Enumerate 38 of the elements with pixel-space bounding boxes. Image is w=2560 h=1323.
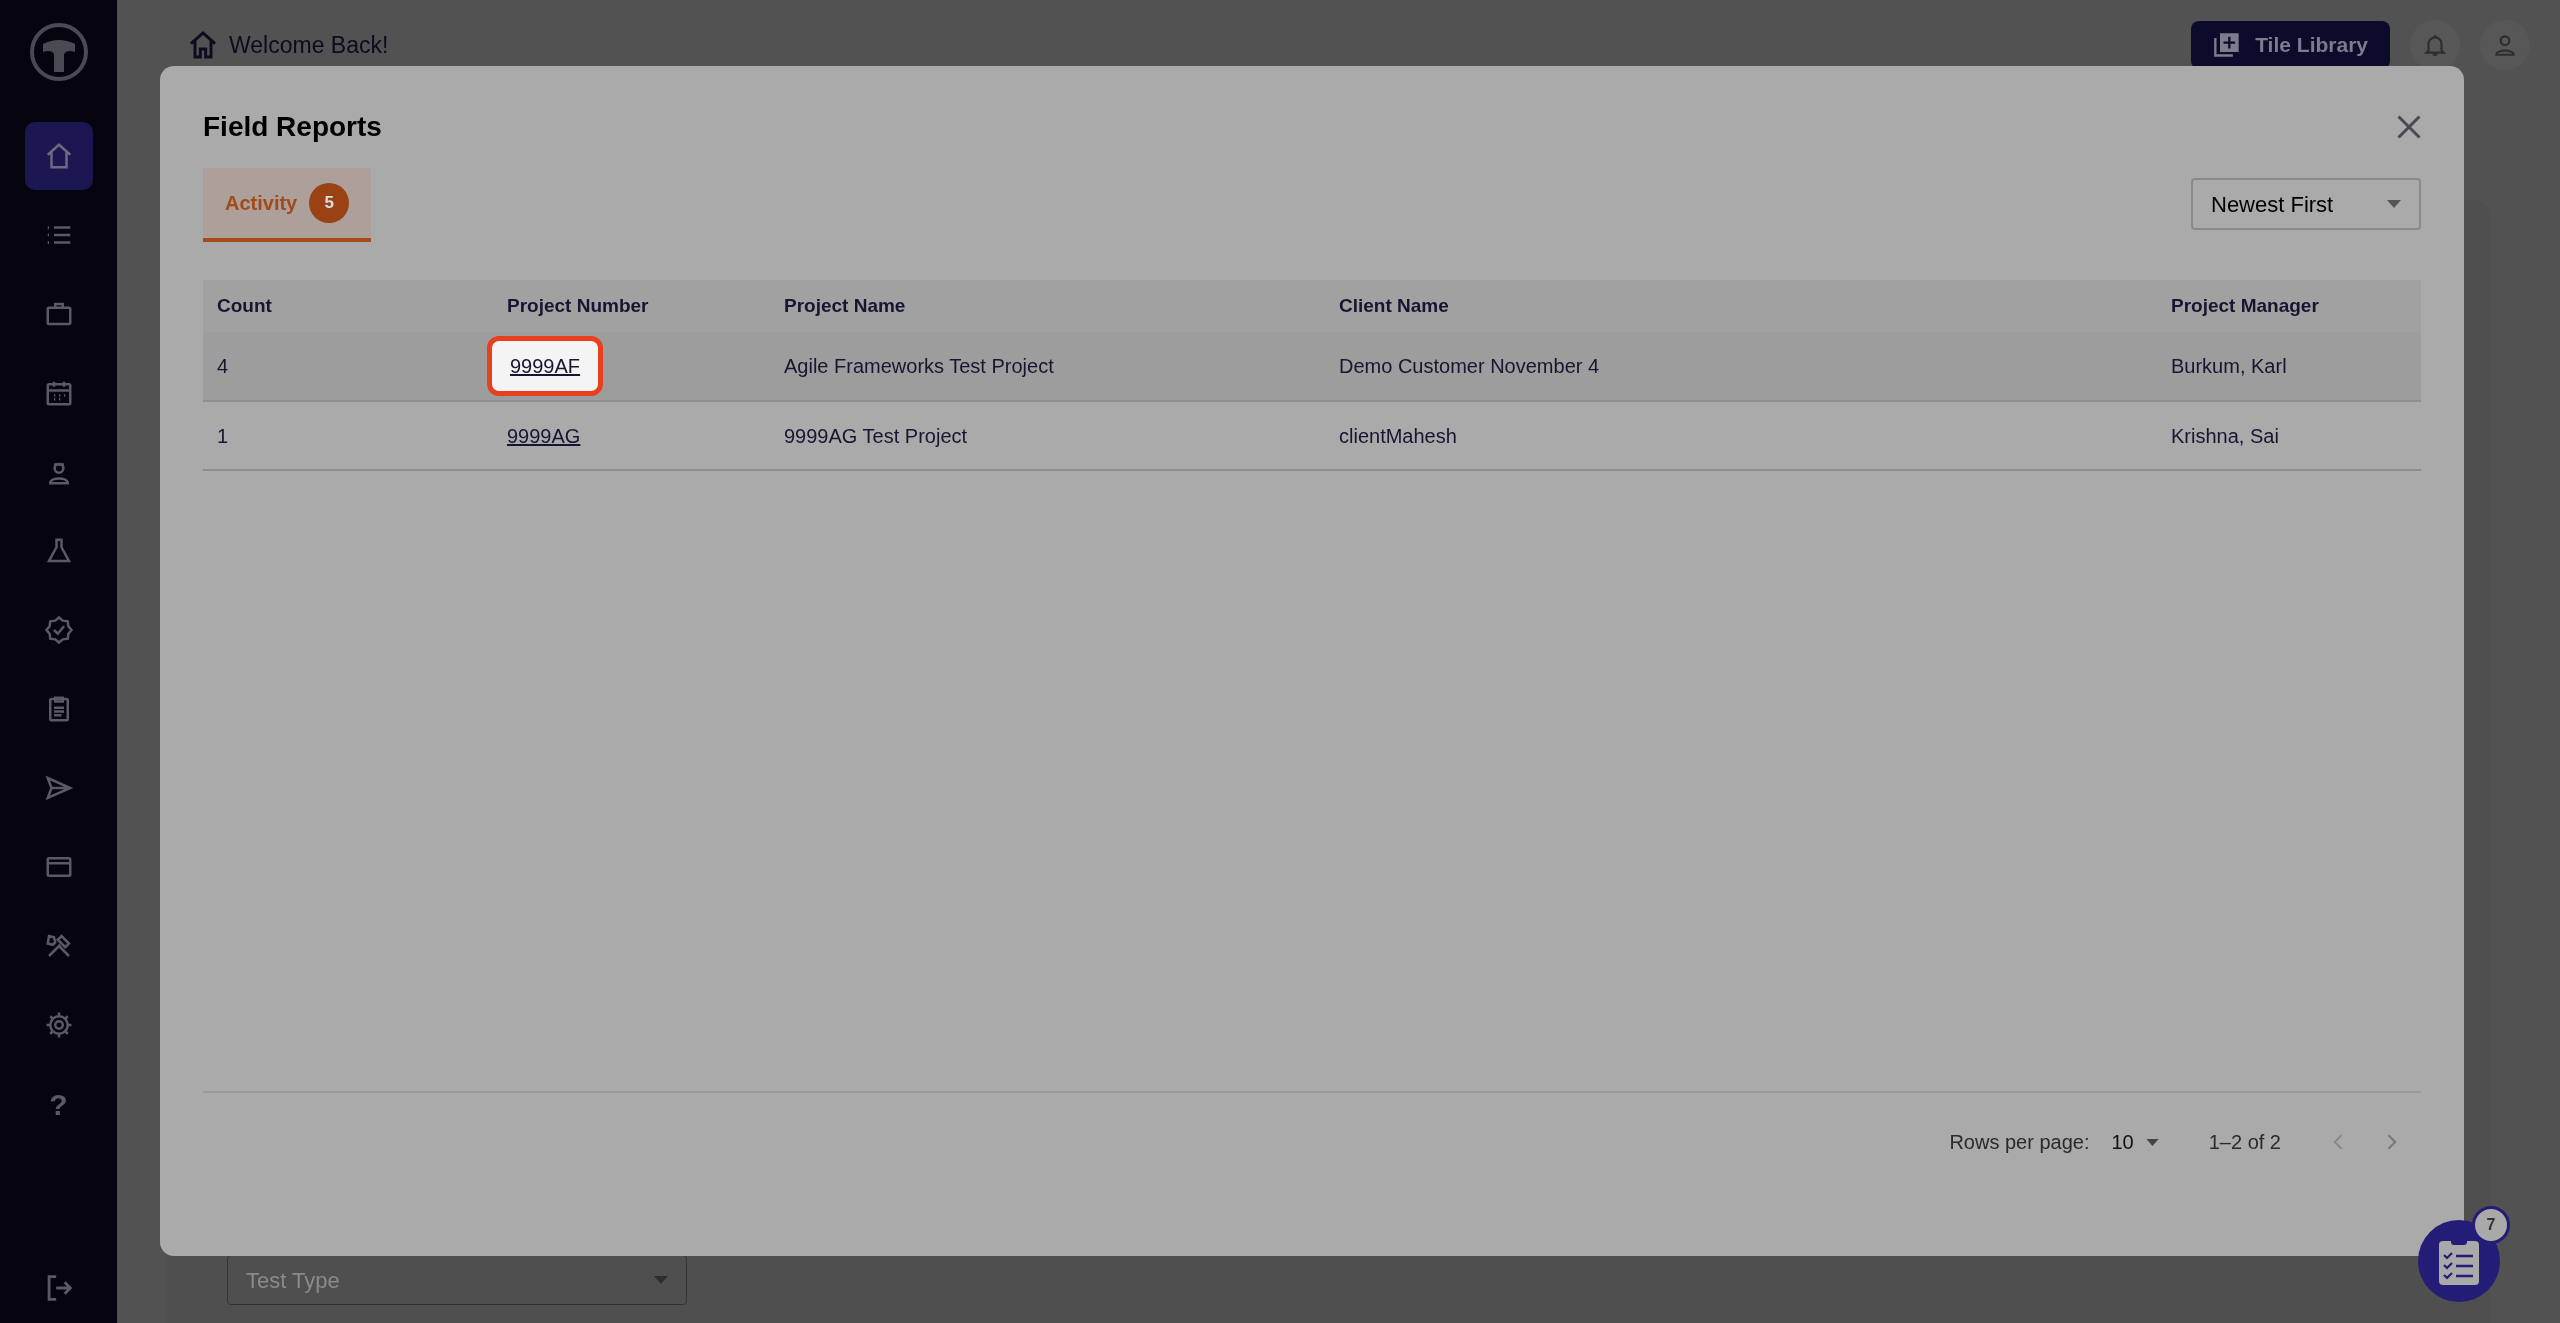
page-range: 1–2 of 2 [2208,1130,2281,1155]
column-header: Count [203,280,493,332]
rows-per-page-label: Rows per page: [1949,1130,2090,1155]
table-cell: Agile Frameworks Test Project [770,332,1325,401]
project-link[interactable]: 9999AG [507,424,581,447]
table-cell: 9999AG Test Project [770,401,1325,470]
table-cell: clientMahesh [1325,401,2157,470]
add-tiles-icon [2213,31,2242,59]
table-cell: Krishna, Sai [2157,401,2421,470]
column-header: Project Name [770,280,1325,332]
column-header: Project Number [493,280,770,332]
check-badge-icon [43,615,74,645]
column-header: Project Manager [2157,280,2421,332]
caret-icon [2145,1138,2159,1146]
table-cell: 1 [203,401,493,470]
caret-icon [2387,200,2401,208]
tab[interactable]: Activity 5 [203,168,372,242]
page-title: Welcome Back! [229,30,389,60]
tile-library-button[interactable]: Tile Library [2191,21,2390,69]
table-row[interactable]: 4 9999AF Agile Frameworks Test Project Demo Customer November 4 Burkum, Karl [203,332,2421,401]
close-icon[interactable] [2395,113,2423,141]
table-row[interactable]: 1 9999AG 9999AG Test Project clientMahesh Krishna, Sai [203,401,2421,470]
column-header: Client Name [1325,280,2157,332]
user-icon [2492,32,2518,58]
table-cell: Demo Customer November 4 [1325,332,2157,401]
count-badge: 5 [309,183,350,223]
table-cell: Burkum, Karl [2157,332,2421,401]
bell-icon [2422,32,2448,58]
sort-select[interactable]: Newest First [2191,178,2421,230]
rows-per-page-select[interactable]: 10 [2111,1127,2159,1157]
logo-icon [28,22,89,82]
home-icon[interactable] [187,29,219,61]
nav-item[interactable] [24,122,93,190]
send-icon [43,773,74,803]
notification-badge: 7 [2472,1206,2510,1244]
dialog-title: Field Reports [203,110,382,144]
project-link[interactable]: 9999AF [487,336,604,396]
caret-icon [654,1276,668,1284]
